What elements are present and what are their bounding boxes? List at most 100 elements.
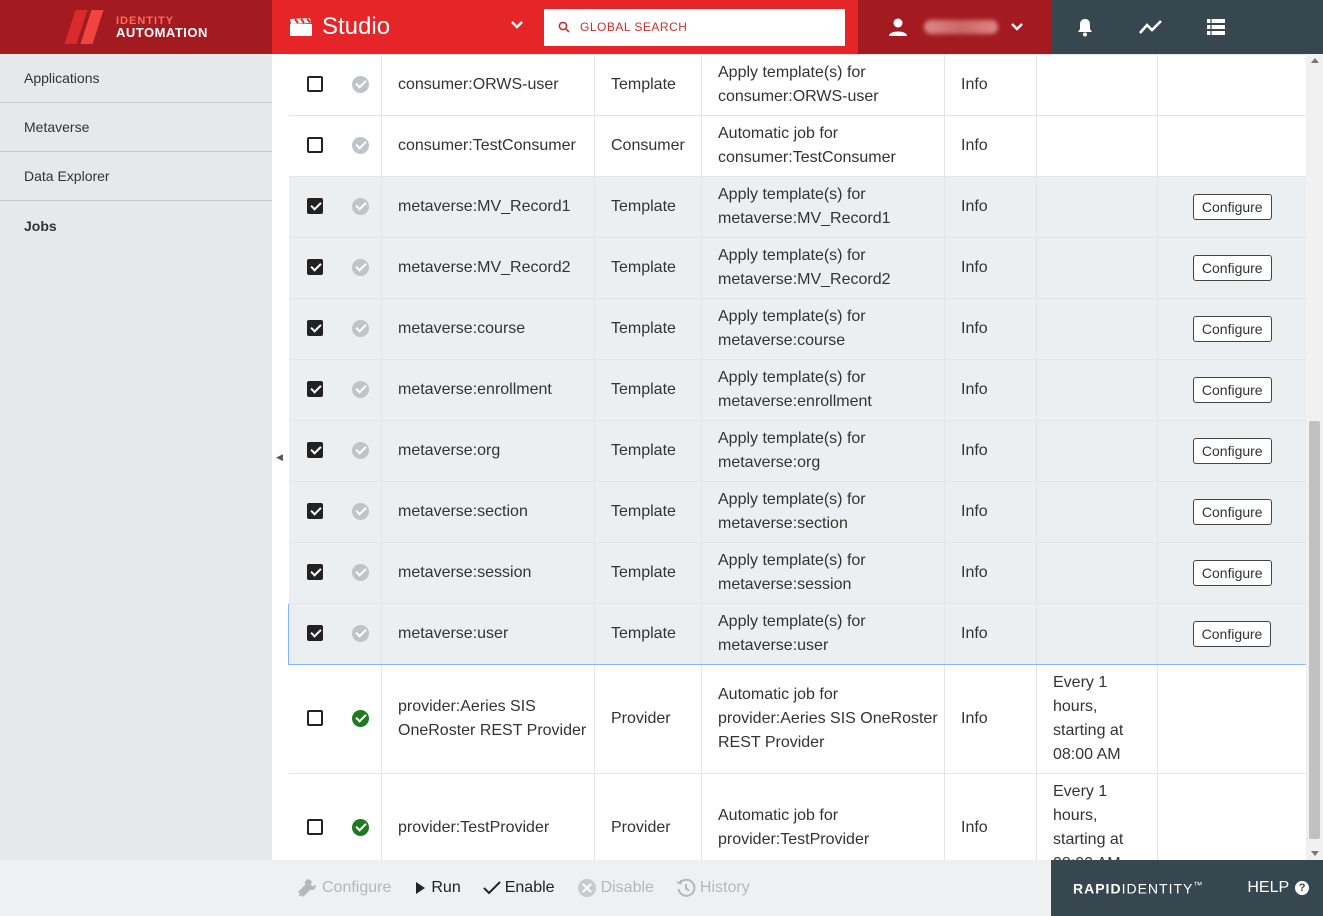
row-checkbox[interactable]: [306, 381, 323, 398]
job-row[interactable]: provider:Aeries SIS OneRoster REST Provi…: [288, 664, 1306, 774]
configure-button[interactable]: Configure: [1192, 498, 1272, 525]
sidebar-collapse-handle[interactable]: ◀: [272, 54, 288, 860]
job-row[interactable]: metaverse:MV_Record2 Template Apply templa…: [288, 237, 1306, 299]
job-type: Template: [594, 54, 702, 116]
disable-action-button[interactable]: Disable: [577, 878, 654, 898]
configure-button[interactable]: Configure: [1192, 254, 1272, 281]
history-action-button[interactable]: History: [676, 878, 750, 898]
configure-button[interactable]: Configure: [1192, 193, 1272, 220]
row-checkbox-cell: [288, 115, 341, 177]
status-check-icon: [352, 624, 370, 642]
job-row[interactable]: consumer:TestConsumer Consumer Automatic j…: [288, 115, 1306, 177]
row-checkbox[interactable]: [306, 625, 323, 642]
configure-button[interactable]: Configure: [1192, 559, 1272, 586]
row-checkbox[interactable]: [306, 320, 323, 337]
job-row[interactable]: metaverse:enrollment Template Apply templa…: [288, 359, 1306, 421]
job-description: Automatic job for provider:Aeries SIS On…: [701, 664, 945, 774]
row-checkbox[interactable]: [306, 819, 323, 836]
vertical-scrollbar[interactable]: [1306, 54, 1323, 860]
job-type: Template: [594, 542, 702, 604]
job-description: Automatic job for provider:TestProvider: [701, 773, 945, 860]
job-description: Automatic job for consumer:TestConsumer: [701, 115, 945, 177]
disable-action-label: Disable: [600, 879, 654, 896]
run-action-label: Run: [431, 879, 461, 896]
list-view-icon[interactable]: [1207, 18, 1225, 36]
global-search[interactable]: [544, 8, 845, 46]
configure-button[interactable]: Configure: [1192, 376, 1272, 403]
row-checkbox[interactable]: [306, 76, 323, 93]
sidebar-item-data-explorer[interactable]: Data Explorer: [0, 152, 272, 201]
job-schedule: [1036, 115, 1158, 177]
job-row[interactable]: metaverse:org Template Apply template(s) f…: [288, 420, 1306, 482]
chevron-down-icon: [511, 21, 523, 29]
row-checkbox-cell: [288, 542, 341, 604]
row-checkbox-cell: [288, 359, 341, 421]
row-checkbox[interactable]: [306, 259, 323, 276]
job-type: Template: [594, 359, 702, 421]
configure-button[interactable]: Configure: [1192, 620, 1272, 647]
job-type: Template: [594, 481, 702, 543]
job-name: consumer:TestConsumer: [381, 115, 595, 177]
activity-trend-icon[interactable]: [1139, 17, 1163, 37]
status-cell: [340, 359, 382, 421]
job-log-level: Info: [944, 664, 1037, 774]
identity-automation-logo-icon: [64, 10, 110, 44]
brand-logo[interactable]: IDENTITY AUTOMATION: [0, 0, 272, 54]
job-actions-cell: Configure: [1157, 237, 1306, 299]
row-checkbox[interactable]: [306, 564, 323, 581]
job-log-level: Info: [944, 298, 1037, 360]
row-checkbox-cell: [288, 773, 341, 860]
configure-button[interactable]: Configure: [1192, 437, 1272, 464]
job-log-level: Info: [944, 359, 1037, 421]
sidebar-item-metaverse[interactable]: Metaverse: [0, 103, 272, 152]
status-check-icon: [352, 563, 370, 581]
job-actions-cell: [1157, 664, 1306, 774]
row-checkbox[interactable]: [306, 710, 323, 727]
status-check-icon: [352, 75, 370, 93]
row-checkbox[interactable]: [306, 198, 323, 215]
job-schedule: [1036, 359, 1158, 421]
job-description: Apply template(s) for metaverse:course: [701, 298, 945, 360]
job-actions-cell: [1157, 115, 1306, 177]
row-checkbox-cell: [288, 420, 341, 482]
bell-icon[interactable]: [1075, 17, 1095, 37]
help-button[interactable]: HELP ?: [1247, 879, 1310, 897]
enable-action-button[interactable]: Enable: [483, 879, 555, 897]
job-row[interactable]: metaverse:user Template Apply template(s) …: [288, 602, 1306, 665]
job-description: Apply template(s) for metaverse:MV_Recor…: [701, 176, 945, 238]
job-row[interactable]: provider:TestProvider Provider Automatic j…: [288, 773, 1306, 860]
configure-button[interactable]: Configure: [1192, 315, 1272, 342]
status-check-icon: [352, 319, 370, 337]
status-cell: [340, 176, 382, 238]
run-action-button[interactable]: Run: [413, 879, 461, 897]
job-log-level: Info: [944, 115, 1037, 177]
job-row[interactable]: metaverse:session Template Apply template(…: [288, 542, 1306, 604]
module-switcher[interactable]: Studio: [272, 0, 540, 54]
job-row[interactable]: consumer:ORWS-user Template Apply template…: [288, 54, 1306, 116]
user-menu[interactable]: [858, 0, 1051, 54]
job-name: metaverse:MV_Record1: [381, 176, 595, 238]
sidebar-item-jobs[interactable]: Jobs: [0, 201, 272, 250]
job-log-level: Info: [944, 602, 1037, 665]
rapididentity-logo: RAPIDIDENTITY™: [1073, 879, 1204, 897]
global-search-input[interactable]: [580, 20, 820, 34]
user-avatar-icon: [889, 18, 907, 36]
job-type: Template: [594, 602, 702, 665]
status-cell: [340, 115, 382, 177]
sidebar-item-applications[interactable]: Applications: [0, 54, 272, 103]
job-row[interactable]: metaverse:section Template Apply template(…: [288, 481, 1306, 543]
row-checkbox[interactable]: [306, 503, 323, 520]
job-log-level: Info: [944, 54, 1037, 116]
job-log-level: Info: [944, 237, 1037, 299]
job-row[interactable]: metaverse:course Template Apply template(s…: [288, 298, 1306, 360]
scroll-down-arrow-icon[interactable]: [1311, 851, 1319, 856]
job-name: metaverse:user: [381, 602, 595, 665]
row-checkbox[interactable]: [306, 442, 323, 459]
scroll-up-arrow-icon[interactable]: [1311, 58, 1319, 63]
job-schedule: [1036, 542, 1158, 604]
job-row[interactable]: metaverse:MV_Record1 Template Apply templa…: [288, 176, 1306, 238]
configure-action-button[interactable]: Configure: [296, 877, 391, 899]
scrollbar-thumb[interactable]: [1309, 421, 1320, 839]
row-checkbox[interactable]: [306, 137, 323, 154]
job-actions-toolbar: Configure Run Enable Disable History: [0, 860, 1051, 916]
